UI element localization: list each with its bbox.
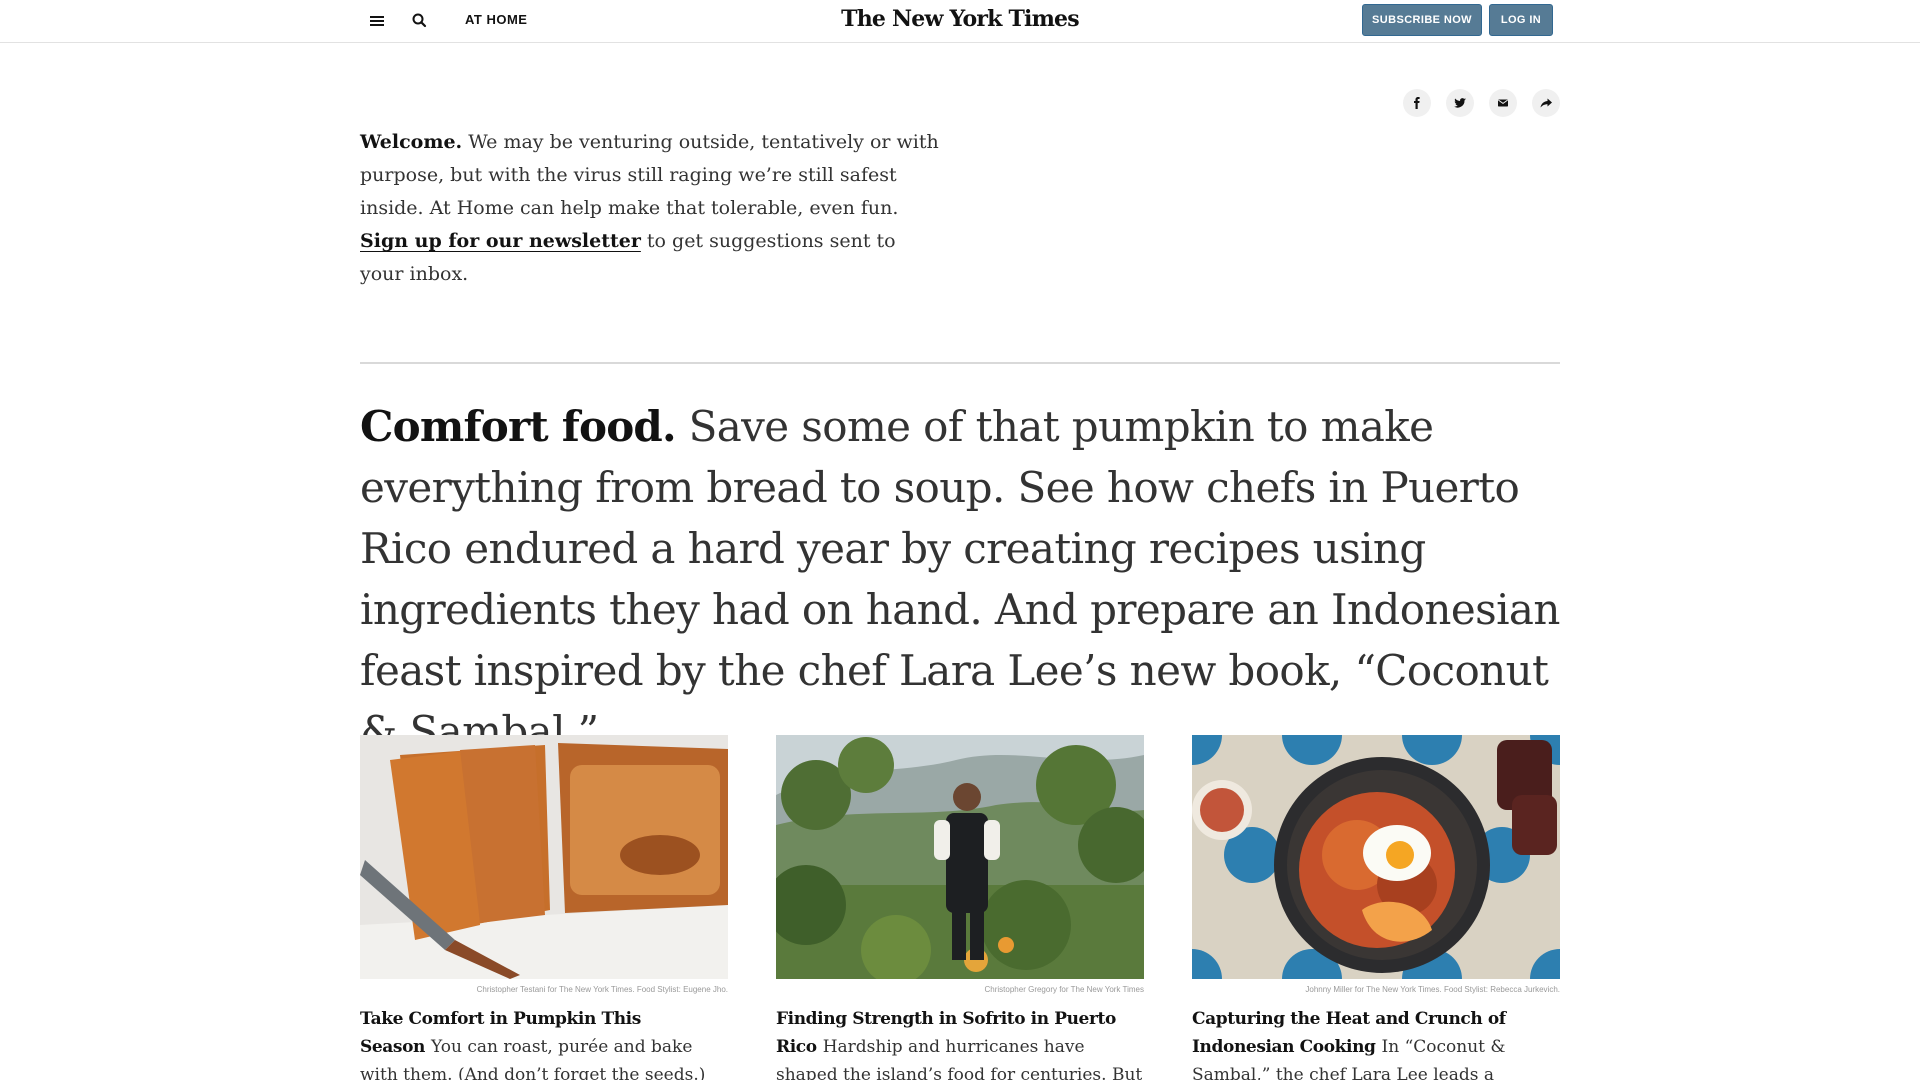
image-credit: Christopher Testani for The New York Tim… — [476, 985, 728, 994]
card-text: Capturing the Heat and Crunch of Indones… — [1192, 1005, 1560, 1080]
feature-summary: Comfort food. Save some of that pumpkin … — [360, 396, 1560, 762]
article-card-pumpkin[interactable]: Christopher Testani for The New York Tim… — [360, 735, 728, 1080]
email-icon[interactable] — [1489, 89, 1517, 117]
subscribe-button[interactable]: SUBSCRIBE NOW — [1362, 4, 1482, 36]
pumpkin-bread-image[interactable] — [360, 735, 728, 979]
feature-body: Save some of that pumpkin to make everyt… — [360, 402, 1560, 756]
intro-lead: Welcome. — [360, 131, 463, 153]
section-label[interactable]: AT HOME — [465, 12, 527, 27]
newsletter-signup-link[interactable]: Sign up for our newsletter — [360, 230, 641, 252]
image-credit: Christopher Gregory for The New York Tim… — [984, 985, 1144, 994]
nyt-logo[interactable]: The New York Times — [820, 6, 1100, 32]
section-divider — [360, 362, 1560, 364]
search-icon[interactable] — [408, 9, 432, 33]
image-credit: Johnny Miller for The New York Times. Fo… — [1305, 985, 1560, 994]
card-text: Take Comfort in Pumpkin This Season You c… — [360, 1005, 728, 1080]
intro-paragraph: Welcome. We may be venturing outside, te… — [360, 126, 940, 291]
feature-lead: Comfort food. — [360, 402, 677, 451]
card-text: Finding Strength in Sofrito in Puerto Ri… — [776, 1005, 1144, 1080]
top-navigation-bar: AT HOME The New York Times SUBSCRIBE NOW… — [0, 0, 1920, 43]
card-summary: Hardship and hurricanes have shaped the … — [776, 1037, 1143, 1080]
puerto-rico-chef-image[interactable] — [776, 735, 1144, 979]
share-arrow-icon[interactable] — [1532, 89, 1560, 117]
indonesian-dish-image[interactable] — [1192, 735, 1560, 979]
menu-icon[interactable] — [366, 10, 388, 32]
facebook-icon[interactable] — [1403, 89, 1431, 117]
twitter-icon[interactable] — [1446, 89, 1474, 117]
login-button[interactable]: LOG IN — [1489, 4, 1553, 36]
article-card-indonesian[interactable]: Johnny Miller for The New York Times. Fo… — [1192, 735, 1560, 1080]
article-card-puerto-rico[interactable]: Christopher Gregory for The New York Tim… — [776, 735, 1144, 1080]
